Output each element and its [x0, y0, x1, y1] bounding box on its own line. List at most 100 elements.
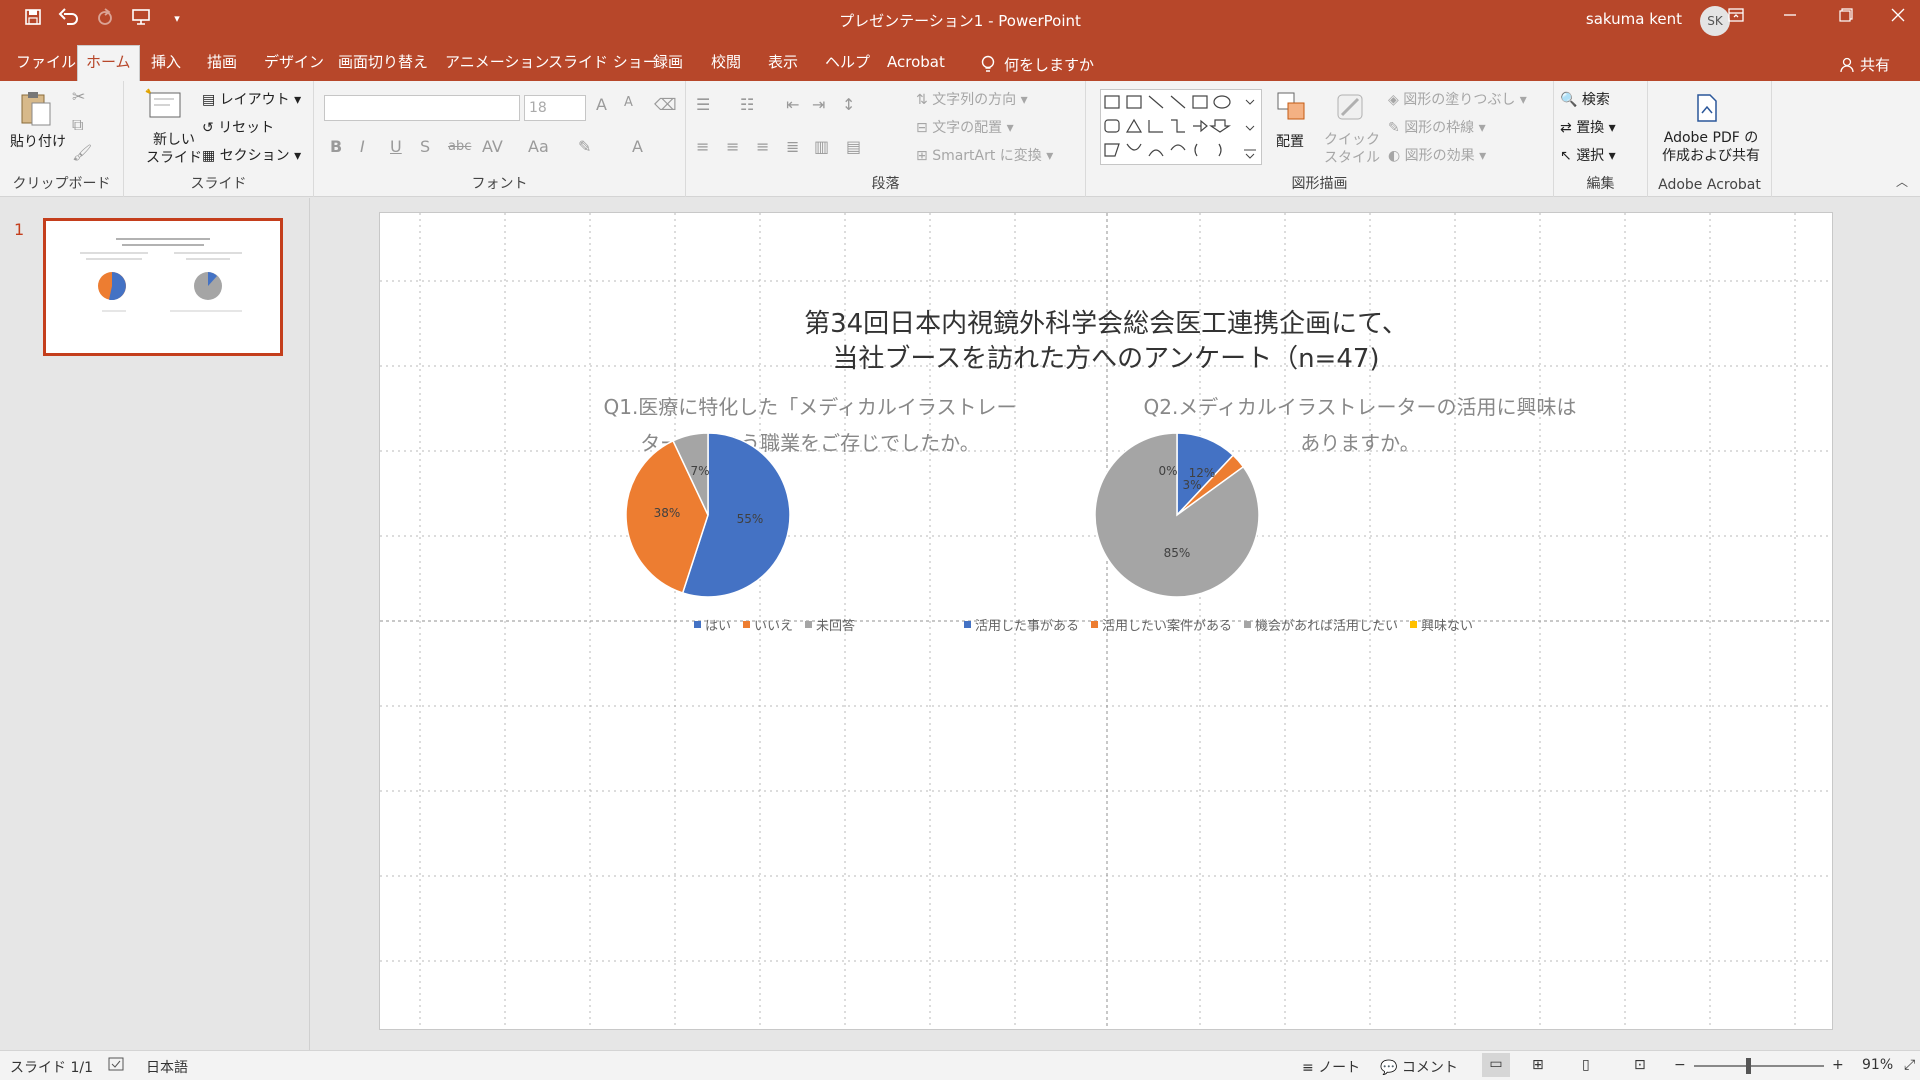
align-right-icon[interactable]: ≡	[756, 137, 769, 156]
font-size-combo[interactable]: 18	[524, 95, 586, 121]
tab-review[interactable]: 校閲	[703, 49, 749, 81]
section-button[interactable]: ▦ セクション ▾	[202, 145, 301, 165]
smartart-button[interactable]: ⊞ SmartArt に変換 ▾	[916, 145, 1053, 165]
bullets-icon[interactable]: ☰	[696, 95, 710, 114]
ribbon-display-options-icon[interactable]	[1718, 6, 1754, 27]
tab-view[interactable]: 表示	[760, 49, 806, 81]
align-center-icon[interactable]: ≡	[726, 137, 739, 156]
zoom-slider[interactable]	[1694, 1065, 1824, 1067]
format-painter-icon[interactable]: 🖌	[72, 143, 92, 162]
paste-button[interactable]: 貼り付け	[10, 131, 66, 151]
reset-button[interactable]: ↺ リセット	[202, 117, 274, 137]
align-left-icon[interactable]: ≡	[696, 137, 709, 156]
tab-draw[interactable]: 描画	[199, 49, 245, 81]
new-slide-button[interactable]: 新しい スライド	[146, 131, 202, 167]
slide-editor[interactable]: 第34回日本内視鏡外科学会総会医工連携企画にて、 当社ブースを訪れた方へのアンケ…	[310, 198, 1920, 1050]
legend-label: いいえ	[754, 619, 794, 634]
pie-chart-q2[interactable]: 12%3%85%0%	[1020, 423, 1330, 623]
zoom-slider-thumb[interactable]	[1746, 1058, 1751, 1074]
new-slide-label-1: 新しい	[153, 132, 195, 148]
quick-styles-button[interactable]: クイック スタイル	[1324, 131, 1380, 167]
arrange-icon[interactable]	[1274, 89, 1310, 125]
legend-swatch	[805, 621, 813, 628]
tab-record[interactable]: 録画	[645, 49, 691, 81]
decrease-font-icon[interactable]: A	[624, 95, 633, 110]
distributed-icon[interactable]: ▥	[814, 137, 829, 156]
slide-canvas[interactable]: 第34回日本内視鏡外科学会総会医工連携企画にて、 当社ブースを訪れた方へのアンケ…	[379, 212, 1833, 1030]
slideshow-view-icon[interactable]: ⊡	[1634, 1057, 1646, 1073]
tab-file[interactable]: ファイル	[8, 49, 84, 81]
layout-button[interactable]: ▤ レイアウト ▾	[202, 89, 301, 109]
shape-effects-button[interactable]: ◐ 図形の効果 ▾	[1388, 145, 1486, 165]
font-color-icon[interactable]: A	[632, 137, 643, 156]
increase-font-icon[interactable]: A	[596, 95, 607, 114]
slide-title-line-2[interactable]: 当社ブースを訪れた方へのアンケート（n=47)	[380, 338, 1832, 375]
close-icon[interactable]	[1880, 6, 1916, 27]
tab-transitions[interactable]: 画面切り替え	[330, 49, 436, 81]
shape-outline-button[interactable]: ✎ 図形の枠線 ▾	[1388, 117, 1486, 137]
user-name[interactable]: sakuma kent	[1586, 10, 1682, 28]
char-spacing-icon[interactable]: AV	[482, 137, 503, 156]
select-button[interactable]: ↖ 選択 ▾	[1560, 145, 1616, 165]
quick-styles-icon[interactable]	[1332, 89, 1368, 125]
shadow-icon[interactable]: S	[420, 137, 430, 156]
bold-icon[interactable]: B	[330, 137, 342, 156]
new-slide-icon[interactable]	[144, 87, 181, 123]
paste-icon[interactable]	[18, 89, 54, 126]
reading-view-icon[interactable]: ▯	[1582, 1057, 1590, 1073]
restore-icon[interactable]	[1828, 6, 1864, 27]
editing-label: 編集	[1586, 176, 1615, 192]
find-button[interactable]: 🔍 検索	[1560, 89, 1610, 109]
fit-to-window-icon[interactable]: ⤢	[1904, 1057, 1915, 1073]
pdf-create-icon[interactable]	[1692, 93, 1728, 129]
tab-help[interactable]: ヘルプ	[817, 49, 878, 81]
tell-me-search[interactable]: 何をしますか	[972, 49, 1102, 81]
notes-button[interactable]: ≡ ノート	[1302, 1057, 1360, 1077]
italic-icon[interactable]: I	[360, 137, 365, 156]
normal-view-icon[interactable]: ▭	[1482, 1053, 1510, 1077]
quick-styles-label-1: クイック	[1324, 132, 1380, 148]
columns-icon[interactable]: ▤	[846, 137, 861, 156]
title-bar: ▾ プレゼンテーション1 - PowerPoint sakuma kent SK	[0, 0, 1920, 41]
increase-indent-icon[interactable]: ⇥	[812, 95, 825, 114]
tab-design[interactable]: デザイン	[256, 49, 332, 81]
justify-icon[interactable]: ≣	[786, 137, 799, 156]
change-case-icon[interactable]: Aa	[528, 137, 549, 156]
question-1-line-1: Q1.医療に特化した「メディカルイラストレー	[603, 395, 1017, 419]
line-spacing-icon[interactable]: ↕	[842, 95, 855, 114]
pie-chart-q1[interactable]: 55% 38% 7%	[600, 423, 1000, 623]
arrange-button[interactable]: 配置	[1276, 131, 1304, 151]
slide-title-line-1[interactable]: 第34回日本内視鏡外科学会総会医工連携企画にて、	[380, 303, 1832, 340]
strikethrough-icon[interactable]: abc	[448, 139, 471, 154]
tab-home[interactable]: ホーム	[77, 45, 140, 81]
slide-sorter-icon[interactable]: ⊞	[1532, 1057, 1544, 1073]
zoom-in-icon[interactable]: +	[1832, 1057, 1844, 1073]
tab-acrobat[interactable]: Acrobat	[879, 49, 953, 81]
create-pdf-button[interactable]: Adobe PDF の 作成および共有	[1662, 129, 1760, 165]
font-name-combo[interactable]	[324, 95, 520, 121]
slide-thumbnail[interactable]	[43, 218, 283, 356]
tab-insert[interactable]: 挿入	[143, 49, 189, 81]
legend-label: 活用した事がある	[975, 619, 1080, 634]
zoom-out-icon[interactable]: −	[1674, 1057, 1686, 1073]
text-direction-button[interactable]: ⇅ 文字列の方向 ▾	[916, 89, 1028, 109]
decrease-indent-icon[interactable]: ⇤	[786, 95, 799, 114]
shapes-gallery[interactable]	[1100, 89, 1262, 165]
replace-button[interactable]: ⇄ 置換 ▾	[1560, 117, 1616, 137]
underline-icon[interactable]: U	[390, 137, 402, 156]
clear-format-icon[interactable]: ⌫	[654, 95, 677, 114]
comments-button[interactable]: 💬 コメント	[1380, 1057, 1458, 1077]
minimize-icon[interactable]	[1772, 6, 1808, 27]
numbering-icon[interactable]: ☷	[740, 95, 754, 114]
shape-fill-button[interactable]: ◈ 図形の塗りつぶし ▾	[1388, 89, 1527, 109]
language[interactable]: 日本語	[146, 1057, 188, 1077]
copy-icon[interactable]: ⧉	[72, 115, 83, 135]
zoom-level[interactable]: 91%	[1862, 1057, 1893, 1073]
collapse-ribbon-icon[interactable]: ︿	[1896, 173, 1908, 190]
align-text-button[interactable]: ⊟ 文字の配置 ▾	[916, 117, 1014, 137]
highlight-icon[interactable]: ✎	[578, 137, 591, 156]
spellcheck-icon[interactable]	[108, 1057, 124, 1075]
share-button[interactable]: 共有	[1832, 49, 1898, 81]
slide-number: 1	[14, 220, 25, 239]
cut-icon[interactable]: ✂	[72, 87, 85, 106]
